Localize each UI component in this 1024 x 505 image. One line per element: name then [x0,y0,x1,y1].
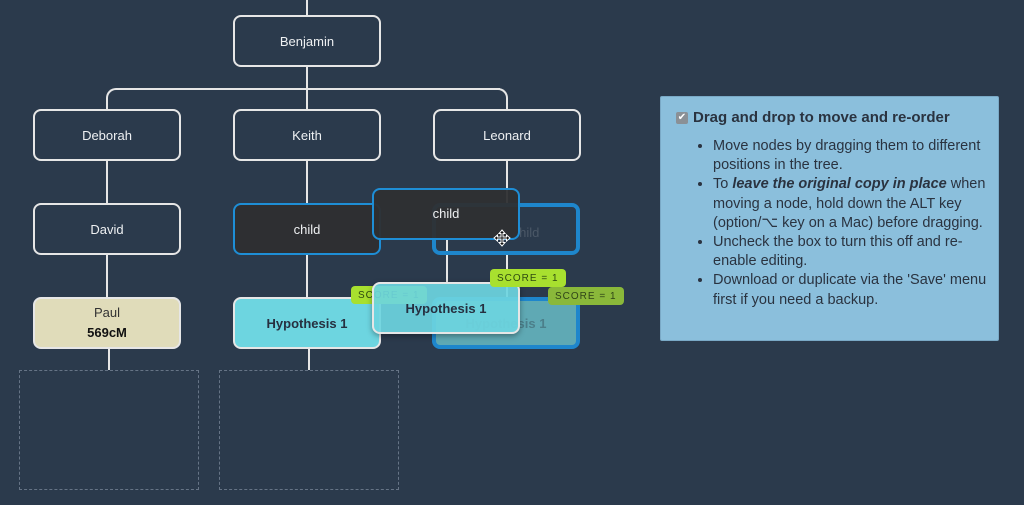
connector [306,160,308,204]
node-child[interactable]: child [233,203,381,255]
drag-drop-info-panel: ✔ Drag and drop to move and re-order Mov… [660,96,999,341]
list-item: To leave the original copy in place when… [713,175,988,233]
connector [308,348,310,370]
node-deborah[interactable]: Deborah [33,109,181,161]
node-label: Hypothesis 1 [405,300,487,316]
panel-header: ✔ Drag and drop to move and re-order [676,109,950,126]
list-item: Uncheck the box to turn this off and re-… [713,233,988,271]
drop-placeholder[interactable] [19,370,199,490]
node-label: Hypothesis 1 [266,315,348,331]
node-leonard[interactable]: Leonard [433,109,581,161]
connector [306,0,308,16]
node-david[interactable]: David [33,203,181,255]
connector-corner [106,88,118,110]
node-label: Deborah [82,127,132,143]
node-label: child [432,206,460,221]
node-label: Leonard [483,127,531,143]
instructions-list: Move nodes by dragging them to different… [697,137,988,310]
node-benjamin[interactable]: Benjamin [233,15,381,67]
list-item: Download or duplicate via the 'Save' men… [713,271,988,309]
list-item: Move nodes by dragging them to different… [713,137,988,175]
node-label: David [90,221,124,237]
connector [116,88,500,90]
score-badge: SCORE = 1 [490,269,566,287]
drop-placeholder[interactable] [219,370,399,490]
panel-title: Drag and drop to move and re-order [693,109,950,126]
checkmark-icon: ✔ [677,112,687,123]
node-keith[interactable]: Keith [233,109,381,161]
node-label: child [293,221,321,237]
connector-corner [496,88,508,110]
node-label: Benjamin [279,33,335,49]
shared-cm-value: 569cM [87,325,127,340]
node-label: Paul [93,305,121,320]
connector [106,160,108,204]
drag-drop-checkbox[interactable]: ✔ [676,111,688,124]
connector [306,254,308,298]
node-label: Keith [292,127,322,143]
connector [108,348,110,370]
dragging-hypothesis-node[interactable]: Hypothesis 1 [372,282,520,334]
node-hypothesis[interactable]: Hypothesis 1 [233,297,381,349]
node-paul[interactable]: Paul 569cM [33,297,181,349]
move-cursor-icon [493,229,511,247]
connector [106,254,108,298]
score-badge: SCORE = 1 [548,287,624,305]
